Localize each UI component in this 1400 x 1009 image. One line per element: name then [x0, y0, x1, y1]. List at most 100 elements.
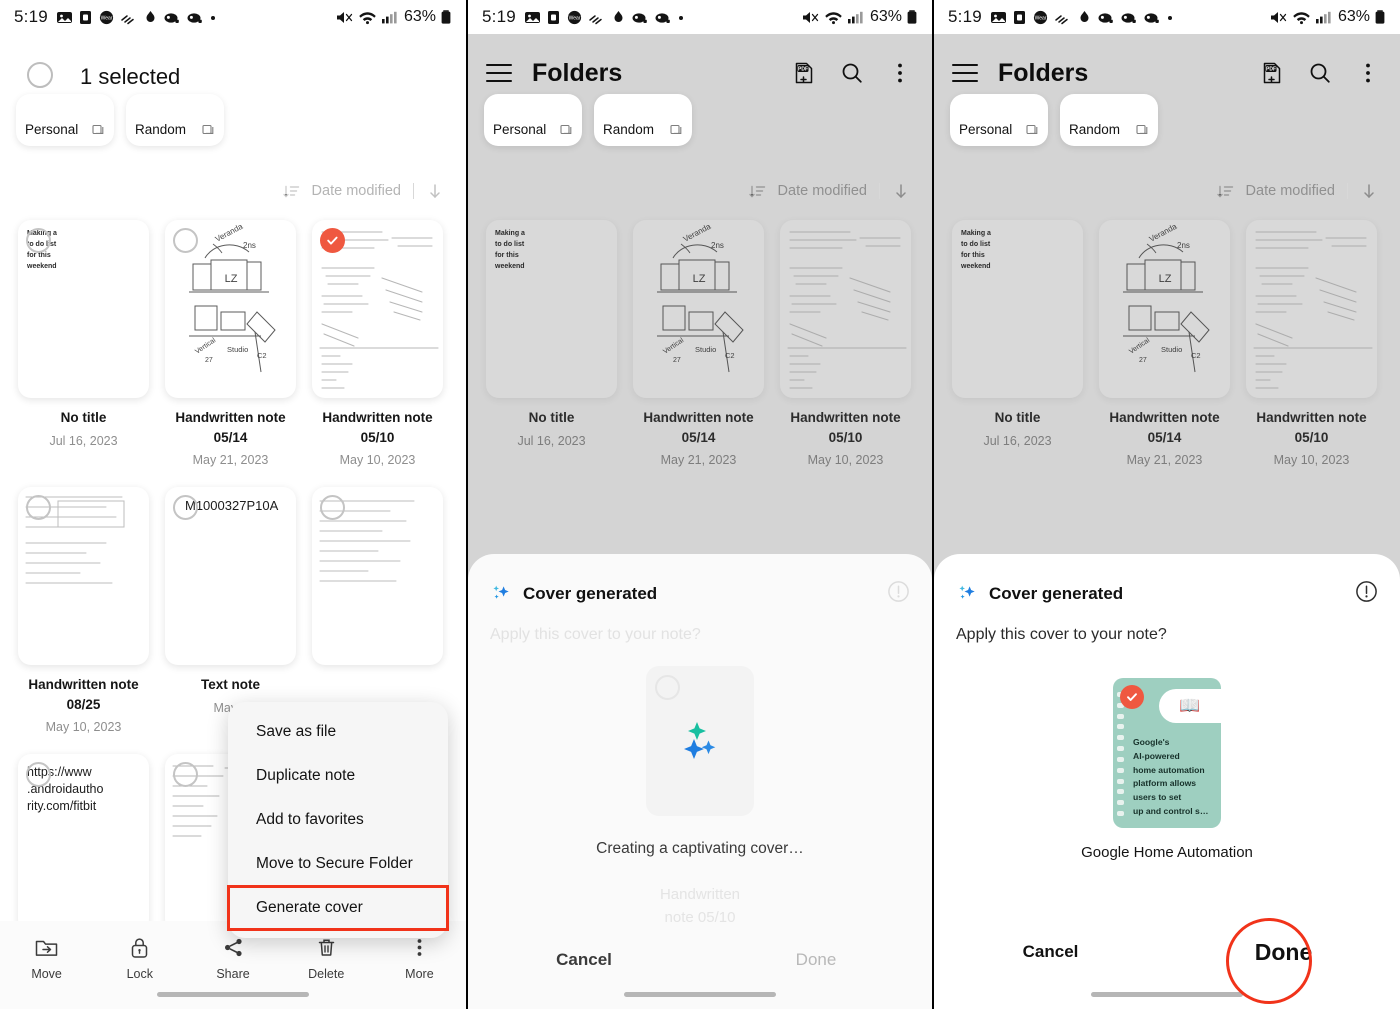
note-checkbox[interactable] — [320, 228, 345, 253]
toolbar-lock-button[interactable]: Lock — [93, 935, 186, 981]
toolbar-move-button[interactable]: Move — [0, 935, 93, 981]
folder-copy-icon — [202, 124, 214, 135]
menu-item-save-as-file[interactable]: Save as file — [228, 710, 448, 754]
note-card[interactable]: M1000327P10A Text note May 4 — [165, 487, 296, 734]
note-thumbnail[interactable] — [312, 220, 443, 398]
note-checkbox[interactable] — [26, 495, 51, 521]
note-card[interactable]: Making a to do list for this weekend No … — [18, 220, 149, 467]
note-checkbox[interactable] — [26, 228, 51, 253]
status-left-icons: Wear — [56, 9, 217, 26]
sketch-preview: LZ Veranda2ns Vertical27 Studio C2 — [1123, 222, 1210, 373]
toolbar-label: Move — [31, 967, 62, 981]
info-circle-icon[interactable] — [1355, 580, 1378, 608]
note-thumbnail[interactable]: LZ Veranda 2ns Vertical 27 Studio C2 — [165, 220, 296, 398]
arrow-down-icon[interactable] — [892, 182, 910, 200]
search-icon[interactable] — [840, 61, 864, 85]
cover-selected-checkbox[interactable] — [1120, 685, 1144, 709]
done-button[interactable]: Done — [700, 950, 932, 970]
note-checkbox[interactable] — [173, 228, 198, 253]
panel-selection-mode: 5:19 Wear 63% 1 selected Personal Random… — [0, 0, 466, 1009]
pdf-add-icon[interactable]: PDF — [792, 61, 816, 85]
battery-percent: 63% — [1337, 8, 1370, 25]
menu-item-generate-cover[interactable]: Generate cover — [227, 885, 449, 931]
note-card[interactable] — [312, 487, 443, 734]
gesture-bar[interactable] — [1091, 992, 1243, 997]
sort-row[interactable]: Date modified — [468, 162, 932, 220]
wear-icon: Wear — [567, 10, 581, 24]
open-book-icon: 📖 — [1159, 689, 1221, 723]
menu-item-duplicate-note[interactable]: Duplicate note — [228, 754, 448, 798]
note-thumbnail[interactable] — [780, 220, 911, 398]
folder-chip-random[interactable]: Random — [594, 94, 692, 146]
svg-text:2ns: 2ns — [243, 241, 256, 250]
folder-chip-random[interactable]: Random — [126, 94, 224, 146]
menu-item-add-to-favorites[interactable]: Add to favorites — [228, 798, 448, 842]
svg-text:Studio: Studio — [1161, 345, 1182, 354]
svg-text:27: 27 — [673, 357, 681, 364]
sort-row[interactable]: Date modified — [0, 162, 466, 220]
note-title: Handwritten note 05/14 — [1109, 410, 1220, 445]
menu-item-move-to-secure-folder[interactable]: Move to Secure Folder — [228, 842, 448, 886]
note-thumbnail[interactable] — [312, 487, 443, 666]
note-card[interactable]: Handwritten note 05/10 May 10, 2023 — [780, 220, 911, 467]
note-card[interactable]: https://www .androidautho rity.com/fitbi… — [18, 754, 149, 933]
note-card[interactable]: LZ Veranda 2ns Vertical 27 Studio C2 Handwritt… — [1099, 220, 1230, 467]
note-card[interactable]: LZ Veranda 2ns Vertical 27 Studio C2 Handwritt… — [165, 220, 296, 467]
note-thumbnail[interactable]: Making a to do list for this weekend — [18, 220, 149, 398]
svg-text:C2: C2 — [725, 351, 735, 360]
note-card[interactable]: Handwritten note 05/10 May 10, 2023 — [312, 220, 443, 467]
cancel-button[interactable]: Cancel — [468, 950, 700, 970]
folder-chip-personal[interactable]: Personal — [16, 94, 114, 146]
dot-icon — [678, 15, 683, 20]
arrow-down-icon[interactable] — [1360, 182, 1378, 200]
note-thumbnail[interactable]: Making a to do list for this weekend — [952, 220, 1083, 398]
search-icon[interactable] — [1308, 61, 1332, 85]
more-vertical-icon[interactable] — [888, 61, 912, 85]
note-thumbnail[interactable] — [18, 487, 149, 666]
cancel-button[interactable]: Cancel — [934, 942, 1167, 962]
note-thumbnail[interactable]: LZ Veranda 2ns Vertical 27 Studio C2 — [1099, 220, 1230, 398]
note-card[interactable]: Handwritten note 05/10 May 10, 2023 — [1246, 220, 1377, 467]
more-vertical-icon[interactable] — [1356, 61, 1380, 85]
note-card[interactable]: LZ Veranda 2ns Vertical 27 Studio C2 Handwritt… — [633, 220, 764, 467]
note-card[interactable]: Handwritten note 08/25 May 10, 2023 — [18, 487, 149, 734]
toolbar-share-button[interactable]: Share — [186, 935, 279, 981]
svg-text:Wear: Wear — [568, 15, 580, 21]
note-thumbnail[interactable]: https://www .androidautho rity.com/fitbi… — [18, 754, 149, 933]
arrow-down-icon[interactable] — [426, 182, 444, 200]
folder-chip-personal[interactable]: Personal — [484, 94, 582, 146]
svg-text:Veranda: Veranda — [1148, 222, 1179, 244]
status-time: 5:19 — [14, 7, 48, 26]
hamburger-icon[interactable] — [952, 64, 978, 82]
folder-copy-icon — [1026, 124, 1038, 135]
note-date: May 10, 2023 — [339, 453, 416, 468]
cover-generated-sheet: Cover generated Apply this cover to your… — [468, 554, 932, 1009]
pdf-add-icon[interactable]: PDF — [1260, 61, 1284, 85]
status-bar: 5:19 Wear 63% — [468, 0, 932, 34]
note-checkbox[interactable] — [173, 495, 198, 521]
generated-cover-card[interactable]: 📖 Google's AI-powered home automation pl… — [1113, 678, 1221, 828]
done-button[interactable]: Done — [1167, 939, 1400, 966]
sort-row[interactable]: Date modified — [934, 162, 1400, 220]
toolbar-more-button[interactable]: More — [373, 935, 466, 981]
battery-icon — [1375, 9, 1385, 24]
three-panel-screenshot: 5:19 Wear 63% 1 selected Personal Random… — [0, 0, 1400, 1009]
note-checkbox[interactable] — [320, 495, 345, 521]
note-thumbnail[interactable]: Making a to do list for this weekend — [486, 220, 617, 398]
note-thumbnail[interactable]: M1000327P10A — [165, 487, 296, 666]
note-thumbnail[interactable] — [1246, 220, 1377, 398]
battery-icon — [907, 9, 917, 24]
toolbar-delete-button[interactable]: Delete — [280, 935, 373, 981]
note-card[interactable]: Making a to do list for this weekend No … — [952, 220, 1083, 467]
info-circle-icon[interactable] — [887, 580, 910, 608]
select-all-checkbox[interactable] — [27, 62, 53, 88]
wifi-icon — [359, 11, 376, 24]
folder-chip-personal[interactable]: Personal — [950, 94, 1048, 146]
toolbar-label: Share — [216, 967, 250, 981]
gesture-bar[interactable] — [157, 992, 309, 997]
folder-chip-random[interactable]: Random — [1060, 94, 1158, 146]
gesture-bar[interactable] — [624, 992, 776, 997]
note-thumbnail[interactable]: LZ Veranda 2ns Vertical 27 Studio C2 — [633, 220, 764, 398]
note-card[interactable]: Making a to do list for this weekend No … — [486, 220, 617, 467]
hamburger-icon[interactable] — [486, 64, 512, 82]
